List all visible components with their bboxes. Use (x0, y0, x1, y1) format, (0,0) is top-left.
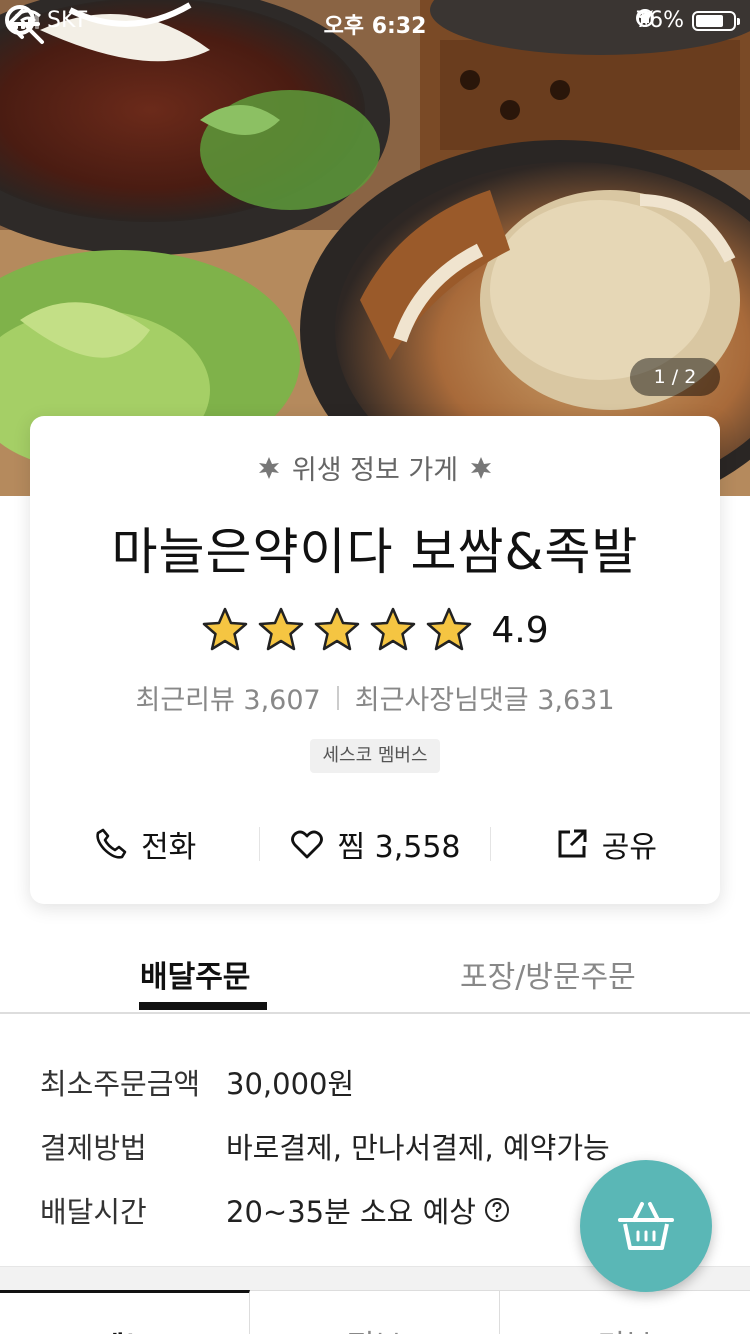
tab-delivery-order[interactable]: 배달주문 (140, 952, 250, 996)
hygiene-text: 위생 정보 가게 (291, 455, 459, 486)
star-icon (203, 607, 248, 651)
store-actions: 전화 찜 3,558 공유 (30, 816, 720, 872)
recent-review-count: 최근리뷰 3,607 (135, 685, 321, 716)
payment-value: 바로결제, 만나서결제, 예약가능 (226, 1131, 610, 1165)
rating-score: 4.9 (491, 609, 549, 651)
min-order-row: 최소주문금액 30,000원 (40, 1050, 720, 1114)
min-order-value: 30,000원 (226, 1067, 355, 1101)
phone-icon (96, 828, 127, 859)
delivery-time-value-wrap: 20~35분 소요 예상 (226, 1189, 510, 1231)
rating[interactable]: 4.9 (30, 606, 720, 654)
help-icon[interactable] (484, 1197, 510, 1223)
battery-icon (692, 10, 740, 31)
cesco-member-badge: 세스코 멤버스 (310, 739, 440, 773)
tab-review[interactable]: 리뷰 (500, 1290, 750, 1334)
menu-tabs: 메뉴 정보 리뷰 (0, 1290, 750, 1334)
tab-pickup-order[interactable]: 포장/방문주문 (460, 952, 636, 996)
owner-reply-count: 최근사장님댓글 3,631 (354, 685, 615, 716)
active-tab-indicator (139, 1002, 267, 1010)
heart-icon (291, 830, 324, 859)
like-button[interactable]: 찜 3,558 (260, 816, 489, 872)
hygiene-info-label[interactable]: 위생 정보 가게 (30, 448, 720, 487)
payment-label: 결제방법 (40, 1131, 147, 1165)
star-icon (259, 607, 304, 651)
share-label: 공유 (601, 830, 657, 865)
search-button[interactable] (0, 0, 48, 48)
call-button[interactable]: 전화 (30, 816, 259, 872)
store-name: 마늘은약이다 보쌈&족발 (111, 523, 639, 581)
cart-button[interactable] (580, 1160, 712, 1292)
basket-icon (618, 1202, 674, 1250)
delivery-time-value: 20~35분 소요 예상 (226, 1195, 476, 1229)
star-icon (315, 607, 360, 651)
call-label: 전화 (141, 830, 197, 865)
share-button[interactable]: 공유 (491, 816, 720, 872)
leaf-left-icon (258, 456, 279, 479)
order-type-tabs: 배달주문 포장/방문주문 (0, 930, 750, 1014)
min-order-label: 최소주문금액 (40, 1067, 201, 1101)
store-info-card: 위생 정보 가게 마늘은약이다 보쌈&족발 4.9 최근리뷰 3,607 최근사… (30, 416, 720, 904)
photo-page-counter: 1 / 2 (630, 358, 720, 396)
like-label: 찜 3,558 (337, 830, 461, 865)
delivery-time-label: 배달시간 (40, 1195, 147, 1229)
leaf-right-icon (471, 456, 492, 479)
star-icon (427, 607, 472, 651)
tab-info[interactable]: 정보 (250, 1290, 500, 1334)
review-counts: 최근리뷰 3,607 최근사장님댓글 3,631 (30, 678, 720, 717)
divider (336, 685, 339, 710)
share-icon (558, 829, 587, 858)
tab-menu[interactable]: 메뉴 (0, 1290, 250, 1334)
status-bar: SKT 오후 6:32 76% (0, 0, 750, 40)
star-icon (371, 607, 416, 651)
star-rating (201, 606, 473, 654)
alarm-icon (637, 11, 654, 27)
